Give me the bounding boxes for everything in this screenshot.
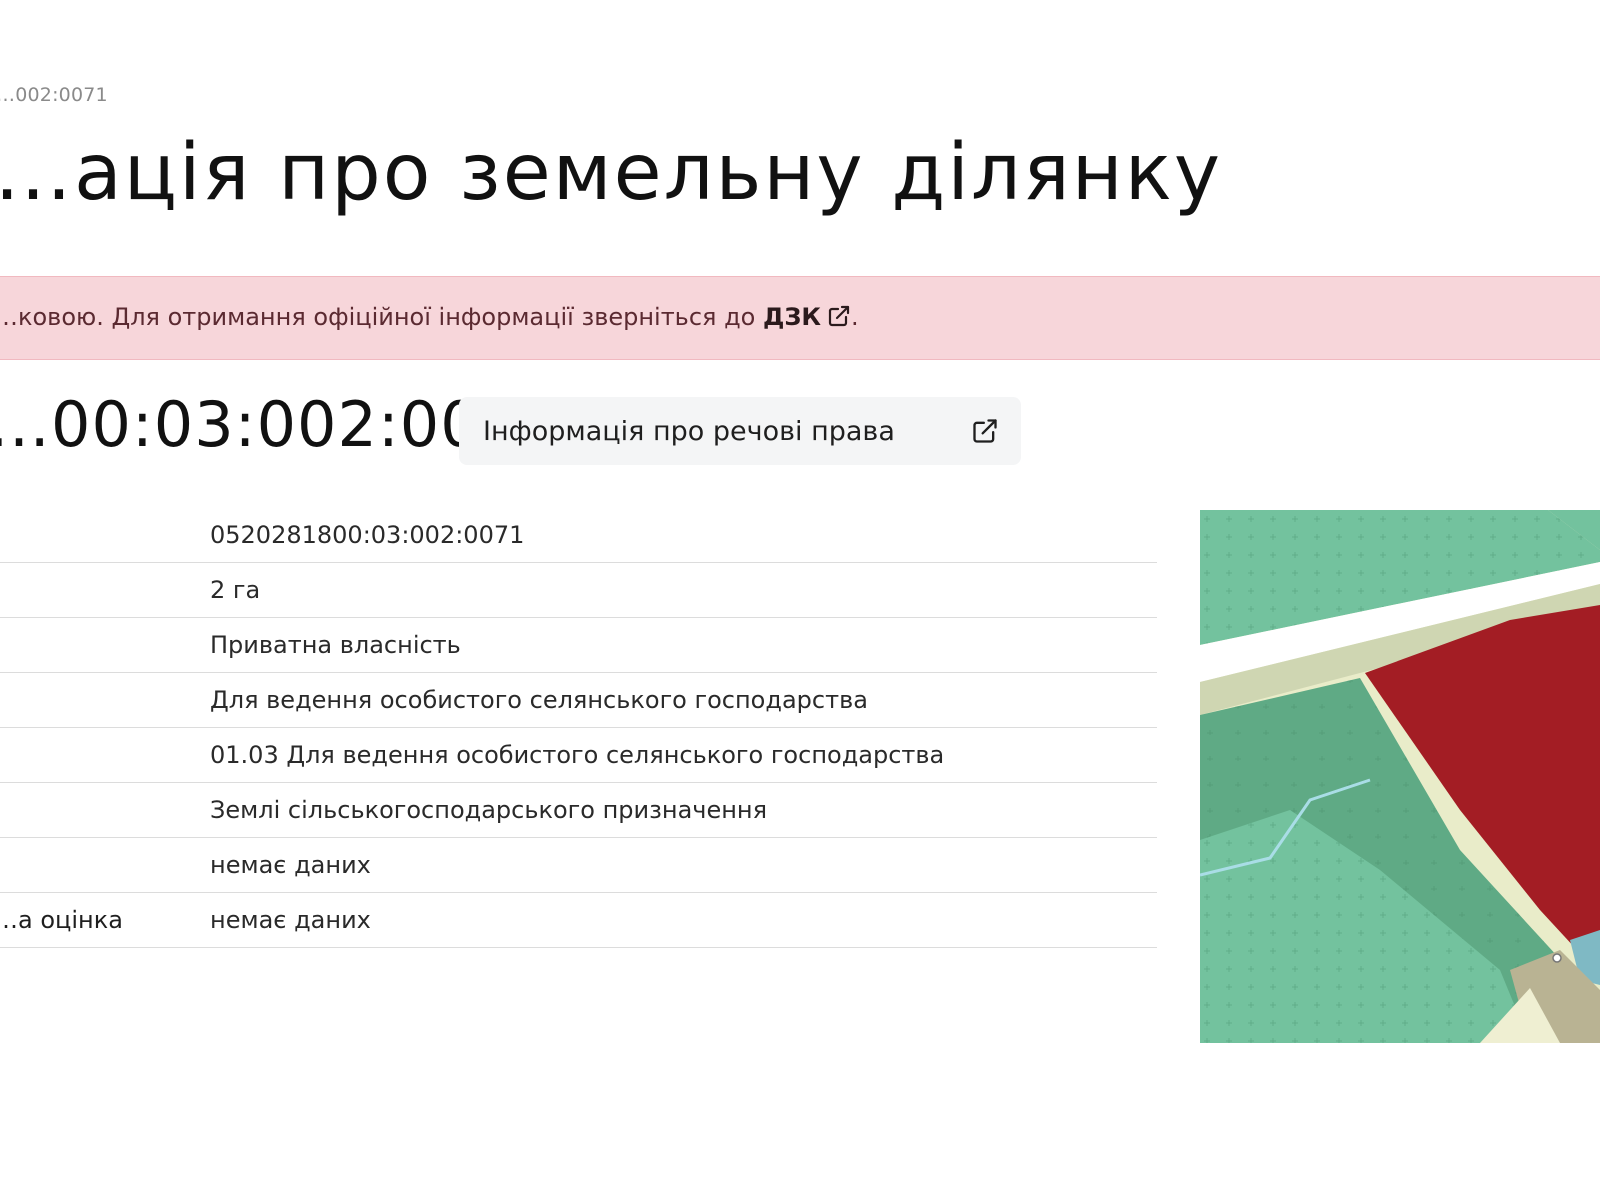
row-value: немає даних [210,837,1157,893]
table-row: Для ведення особистого селянського госпо… [0,672,1157,728]
row-label [0,672,210,728]
table-row: …а оцінка немає даних [0,892,1157,948]
parcel-details-table: 0520281800:03:002:0071 2 га Приватна вла… [0,508,1157,948]
row-value: Землі сільськогосподарського призначення [210,782,1157,838]
page: …002:0071 …ація про земельну ділянку …ко… [0,0,1600,1200]
external-link-icon[interactable] [827,304,851,334]
cadastral-map[interactable] [1200,510,1600,1043]
table-row: Землі сільськогосподарського призначення [0,782,1157,838]
row-label [0,727,210,783]
table-row: Приватна власність [0,617,1157,673]
notice-suffix: . [851,303,859,331]
row-value: 0520281800:03:002:0071 [210,508,1157,563]
notice-text-container: …ковою. Для отримання офіційної інформац… [0,303,859,334]
cadastral-map-canvas[interactable] [1200,510,1600,1043]
row-label [0,617,210,673]
table-row: 0520281800:03:002:0071 [0,508,1157,563]
row-value: 2 га [210,562,1157,618]
property-rights-button[interactable]: Інформація про речові права [459,397,1021,465]
breadcrumb[interactable]: …002:0071 [0,84,108,106]
row-value: Для ведення особистого селянського госпо… [210,672,1157,728]
map-boundary-marker[interactable] [1552,953,1562,963]
row-value: немає даних [210,892,1157,948]
property-rights-button-label[interactable]: Інформація про речові права [483,416,895,447]
page-title: …ація про земельну ділянку [0,128,1223,218]
row-label [0,837,210,893]
row-label [0,508,210,563]
breadcrumb-current[interactable]: …002:0071 [0,84,108,106]
notice-text: …ковою. Для отримання офіційної інформац… [0,303,763,331]
table-row: 2 га [0,562,1157,618]
row-label [0,562,210,618]
table-row: немає даних [0,837,1157,893]
external-link-icon[interactable] [971,417,999,452]
table-row: 01.03 Для ведення особистого селянського… [0,727,1157,783]
dzk-link[interactable]: ДЗК [763,303,851,331]
row-value: 01.03 Для ведення особистого селянського… [210,727,1157,783]
row-label: …а оцінка [0,892,210,948]
row-value: Приватна власність [210,617,1157,673]
dzk-link-label[interactable]: ДЗК [763,303,821,331]
row-label [0,782,210,838]
warning-notice: …ковою. Для отримання офіційної інформац… [0,276,1600,360]
